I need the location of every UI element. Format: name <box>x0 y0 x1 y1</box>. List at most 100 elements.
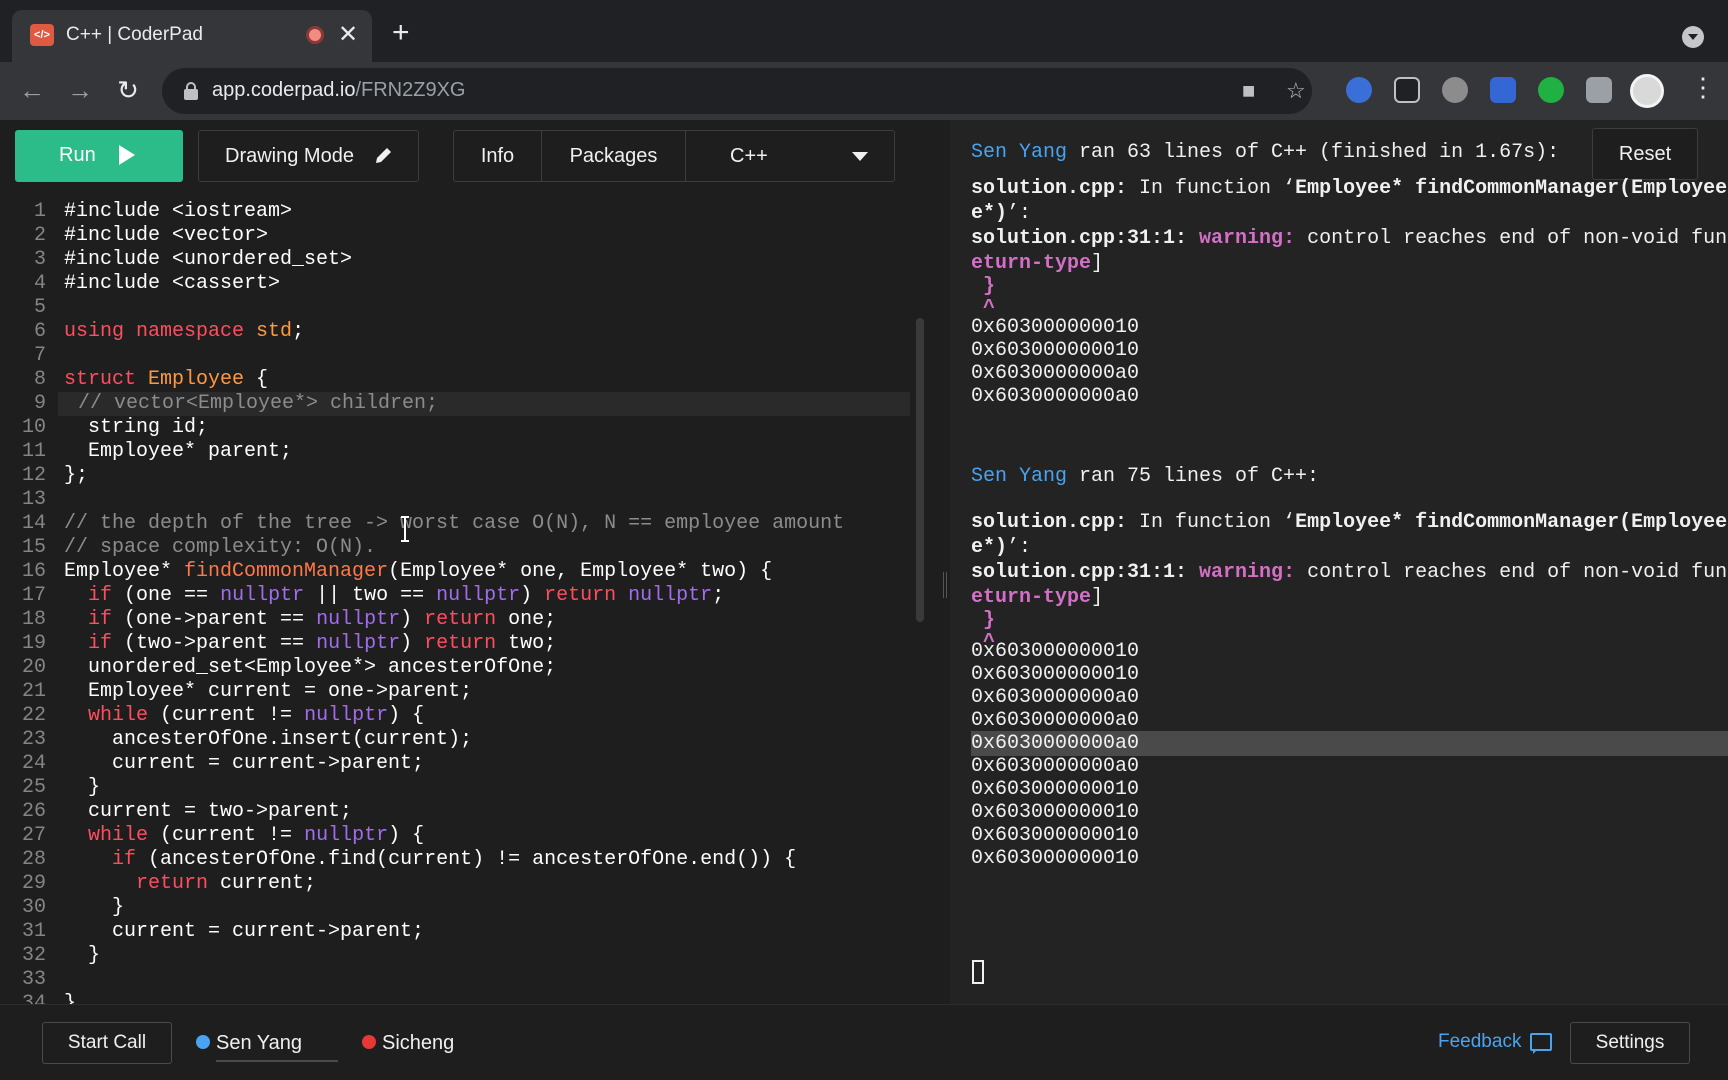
address-output-line: 0x6030000000a0 <box>971 709 1140 732</box>
address-bar[interactable]: app.coderpad.io/FRN2Z9XG ■ ☆ <box>162 68 1312 114</box>
line-number: 14 <box>21 512 46 535</box>
line-number: 3 <box>33 248 46 271</box>
browser-tab[interactable]: </> C++ | CoderPad ✕ <box>12 10 372 62</box>
code-editor[interactable]: 1 #include <iostream> 2 #include <vector> 3 #… <box>0 200 910 1004</box>
line-number: 13 <box>21 488 46 511</box>
play-icon <box>119 145 135 165</box>
code-line[interactable]: 19 if (two->parent == nullptr) return tw… <box>0 632 910 656</box>
reload-icon[interactable]: ↻ <box>108 70 148 110</box>
pane-splitter[interactable] <box>940 120 950 1004</box>
code-line[interactable]: 10 string id; <box>0 416 910 440</box>
line-number: 31 <box>21 920 46 943</box>
participant-sen-yang[interactable]: Sen Yang <box>196 1032 302 1055</box>
line-content: while (current != nullptr) { <box>88 824 425 847</box>
line-number: 16 <box>21 560 46 583</box>
line-number: 33 <box>21 968 46 991</box>
code-line[interactable]: 31 current = current->parent; <box>0 920 910 944</box>
packages-tab[interactable]: Packages <box>542 131 686 181</box>
participant-sicheng[interactable]: Sicheng <box>362 1032 454 1055</box>
code-line[interactable]: 5 <box>0 296 910 320</box>
feedback-link[interactable]: Feedback <box>1438 1031 1521 1053</box>
code-line[interactable]: 34} <box>0 992 910 1004</box>
extension-icon-3[interactable] <box>1442 77 1468 103</box>
forward-arrow-icon[interactable]: → <box>60 70 100 110</box>
line-content: unordered_set<Employee*> ancesterOfOne; <box>64 656 557 679</box>
code-line[interactable]: 13 <box>0 488 910 512</box>
warning-line-2: solution.cpp:31:1: warning: control reac… <box>971 561 1728 584</box>
address-output-line: 0x603000000010 <box>971 339 1140 362</box>
chevron-down-icon <box>852 152 868 161</box>
extension-icon-1[interactable] <box>1346 77 1372 103</box>
reset-button[interactable]: Reset <box>1592 128 1698 180</box>
line-content: if (ancesterOfOne.find(current) != ances… <box>112 848 797 871</box>
address-output-line: 0x603000000010 <box>971 847 1140 870</box>
line-number: 18 <box>21 608 46 631</box>
code-line[interactable]: 11 Employee* parent; <box>0 440 910 464</box>
info-tab[interactable]: Info <box>454 131 542 181</box>
drawing-mode-button[interactable]: Drawing Mode <box>198 130 419 182</box>
line-content: } <box>64 896 125 919</box>
line-number: 30 <box>21 896 46 919</box>
code-line[interactable]: 4 #include <cassert> <box>0 272 910 296</box>
code-line[interactable]: 20 unordered_set<Employee*> ancesterOfOn… <box>0 656 910 680</box>
tab-search-icon[interactable] <box>1682 26 1704 48</box>
code-line[interactable]: 30 } <box>0 896 910 920</box>
code-line[interactable]: 29 return current; <box>0 872 910 896</box>
code-line[interactable]: 14 // the depth of the tree -> worst case… <box>0 512 910 536</box>
browser-menu-icon[interactable]: ⋮ <box>1690 72 1716 103</box>
participant-underline <box>216 1060 338 1062</box>
line-number: 28 <box>21 848 46 871</box>
code-line[interactable]: 16 Employee* findCommonManager(Employee* … <box>0 560 910 584</box>
status-dot-icon <box>362 1035 376 1049</box>
code-line[interactable]: 7 <box>0 344 910 368</box>
code-line[interactable]: 8 struct Employee { <box>0 368 910 392</box>
settings-button[interactable]: Settings <box>1570 1022 1690 1064</box>
code-line[interactable]: 9 // vector<Employee*> children; <box>0 392 910 416</box>
code-line[interactable]: 27 while (current != nullptr) { <box>0 824 910 848</box>
browser-toolbar: ← → ↻ app.coderpad.io/FRN2Z9XG ■ ☆ ⋮ <box>0 62 1728 120</box>
line-number: 32 <box>21 944 46 967</box>
extensions-puzzle-icon[interactable] <box>1586 77 1612 103</box>
code-line[interactable]: 22 while (current != nullptr) { <box>0 704 910 728</box>
line-number: 6 <box>33 320 46 343</box>
terminal-cursor[interactable] <box>972 960 984 984</box>
code-line[interactable]: 23 ancesterOfOne.insert(current); <box>0 728 910 752</box>
code-line[interactable]: 25 } <box>0 776 910 800</box>
new-tab-button[interactable]: + <box>392 18 410 48</box>
lock-icon[interactable] <box>184 82 198 100</box>
code-line[interactable]: 17 if (one == nullptr || two == nullptr)… <box>0 584 910 608</box>
code-line[interactable]: 33 <box>0 968 910 992</box>
editor-scrollbar[interactable] <box>916 318 924 622</box>
line-content: #include <iostream> <box>64 200 293 223</box>
bookmark-star-icon[interactable]: ☆ <box>1286 78 1306 104</box>
run-button[interactable]: Run <box>15 130 183 182</box>
code-line[interactable]: 24 current = current->parent; <box>0 752 910 776</box>
chat-bubble-icon[interactable] <box>1530 1033 1552 1054</box>
code-line[interactable]: 26 current = two->parent; <box>0 800 910 824</box>
translate-extension-icon[interactable] <box>1490 77 1516 103</box>
code-line[interactable]: 15 // space complexity: O(N). <box>0 536 910 560</box>
line-number: 2 <box>33 224 46 247</box>
back-arrow-icon[interactable]: ← <box>12 70 52 110</box>
code-line[interactable]: 32 } <box>0 944 910 968</box>
line-content: #include <unordered_set> <box>64 248 353 271</box>
code-line[interactable]: 3 #include <unordered_set> <box>0 248 910 272</box>
extension-icon-2[interactable] <box>1394 77 1420 103</box>
address-output-line: 0x6030000000a0 <box>971 385 1140 408</box>
code-line[interactable]: 6 using namespace std; <box>0 320 910 344</box>
line-content: #include <vector> <box>64 224 269 247</box>
camera-icon[interactable]: ■ <box>1242 78 1255 104</box>
code-line[interactable]: 2 #include <vector> <box>0 224 910 248</box>
start-call-button[interactable]: Start Call <box>42 1022 172 1064</box>
code-line[interactable]: 12}; <box>0 464 910 488</box>
line-content: current = current->parent; <box>64 920 425 943</box>
code-line[interactable]: 18 if (one->parent == nullptr) return on… <box>0 608 910 632</box>
code-line[interactable]: 1 #include <iostream> <box>0 200 910 224</box>
line-number: 29 <box>21 872 46 895</box>
close-tab-icon[interactable]: ✕ <box>338 20 358 49</box>
line-number: 19 <box>21 632 46 655</box>
code-line[interactable]: 28 if (ancesterOfOne.find(current) != an… <box>0 848 910 872</box>
code-line[interactable]: 21 Employee* current = one->parent; <box>0 680 910 704</box>
profile-avatar[interactable] <box>1630 74 1664 108</box>
n-extension-icon[interactable] <box>1538 77 1564 103</box>
